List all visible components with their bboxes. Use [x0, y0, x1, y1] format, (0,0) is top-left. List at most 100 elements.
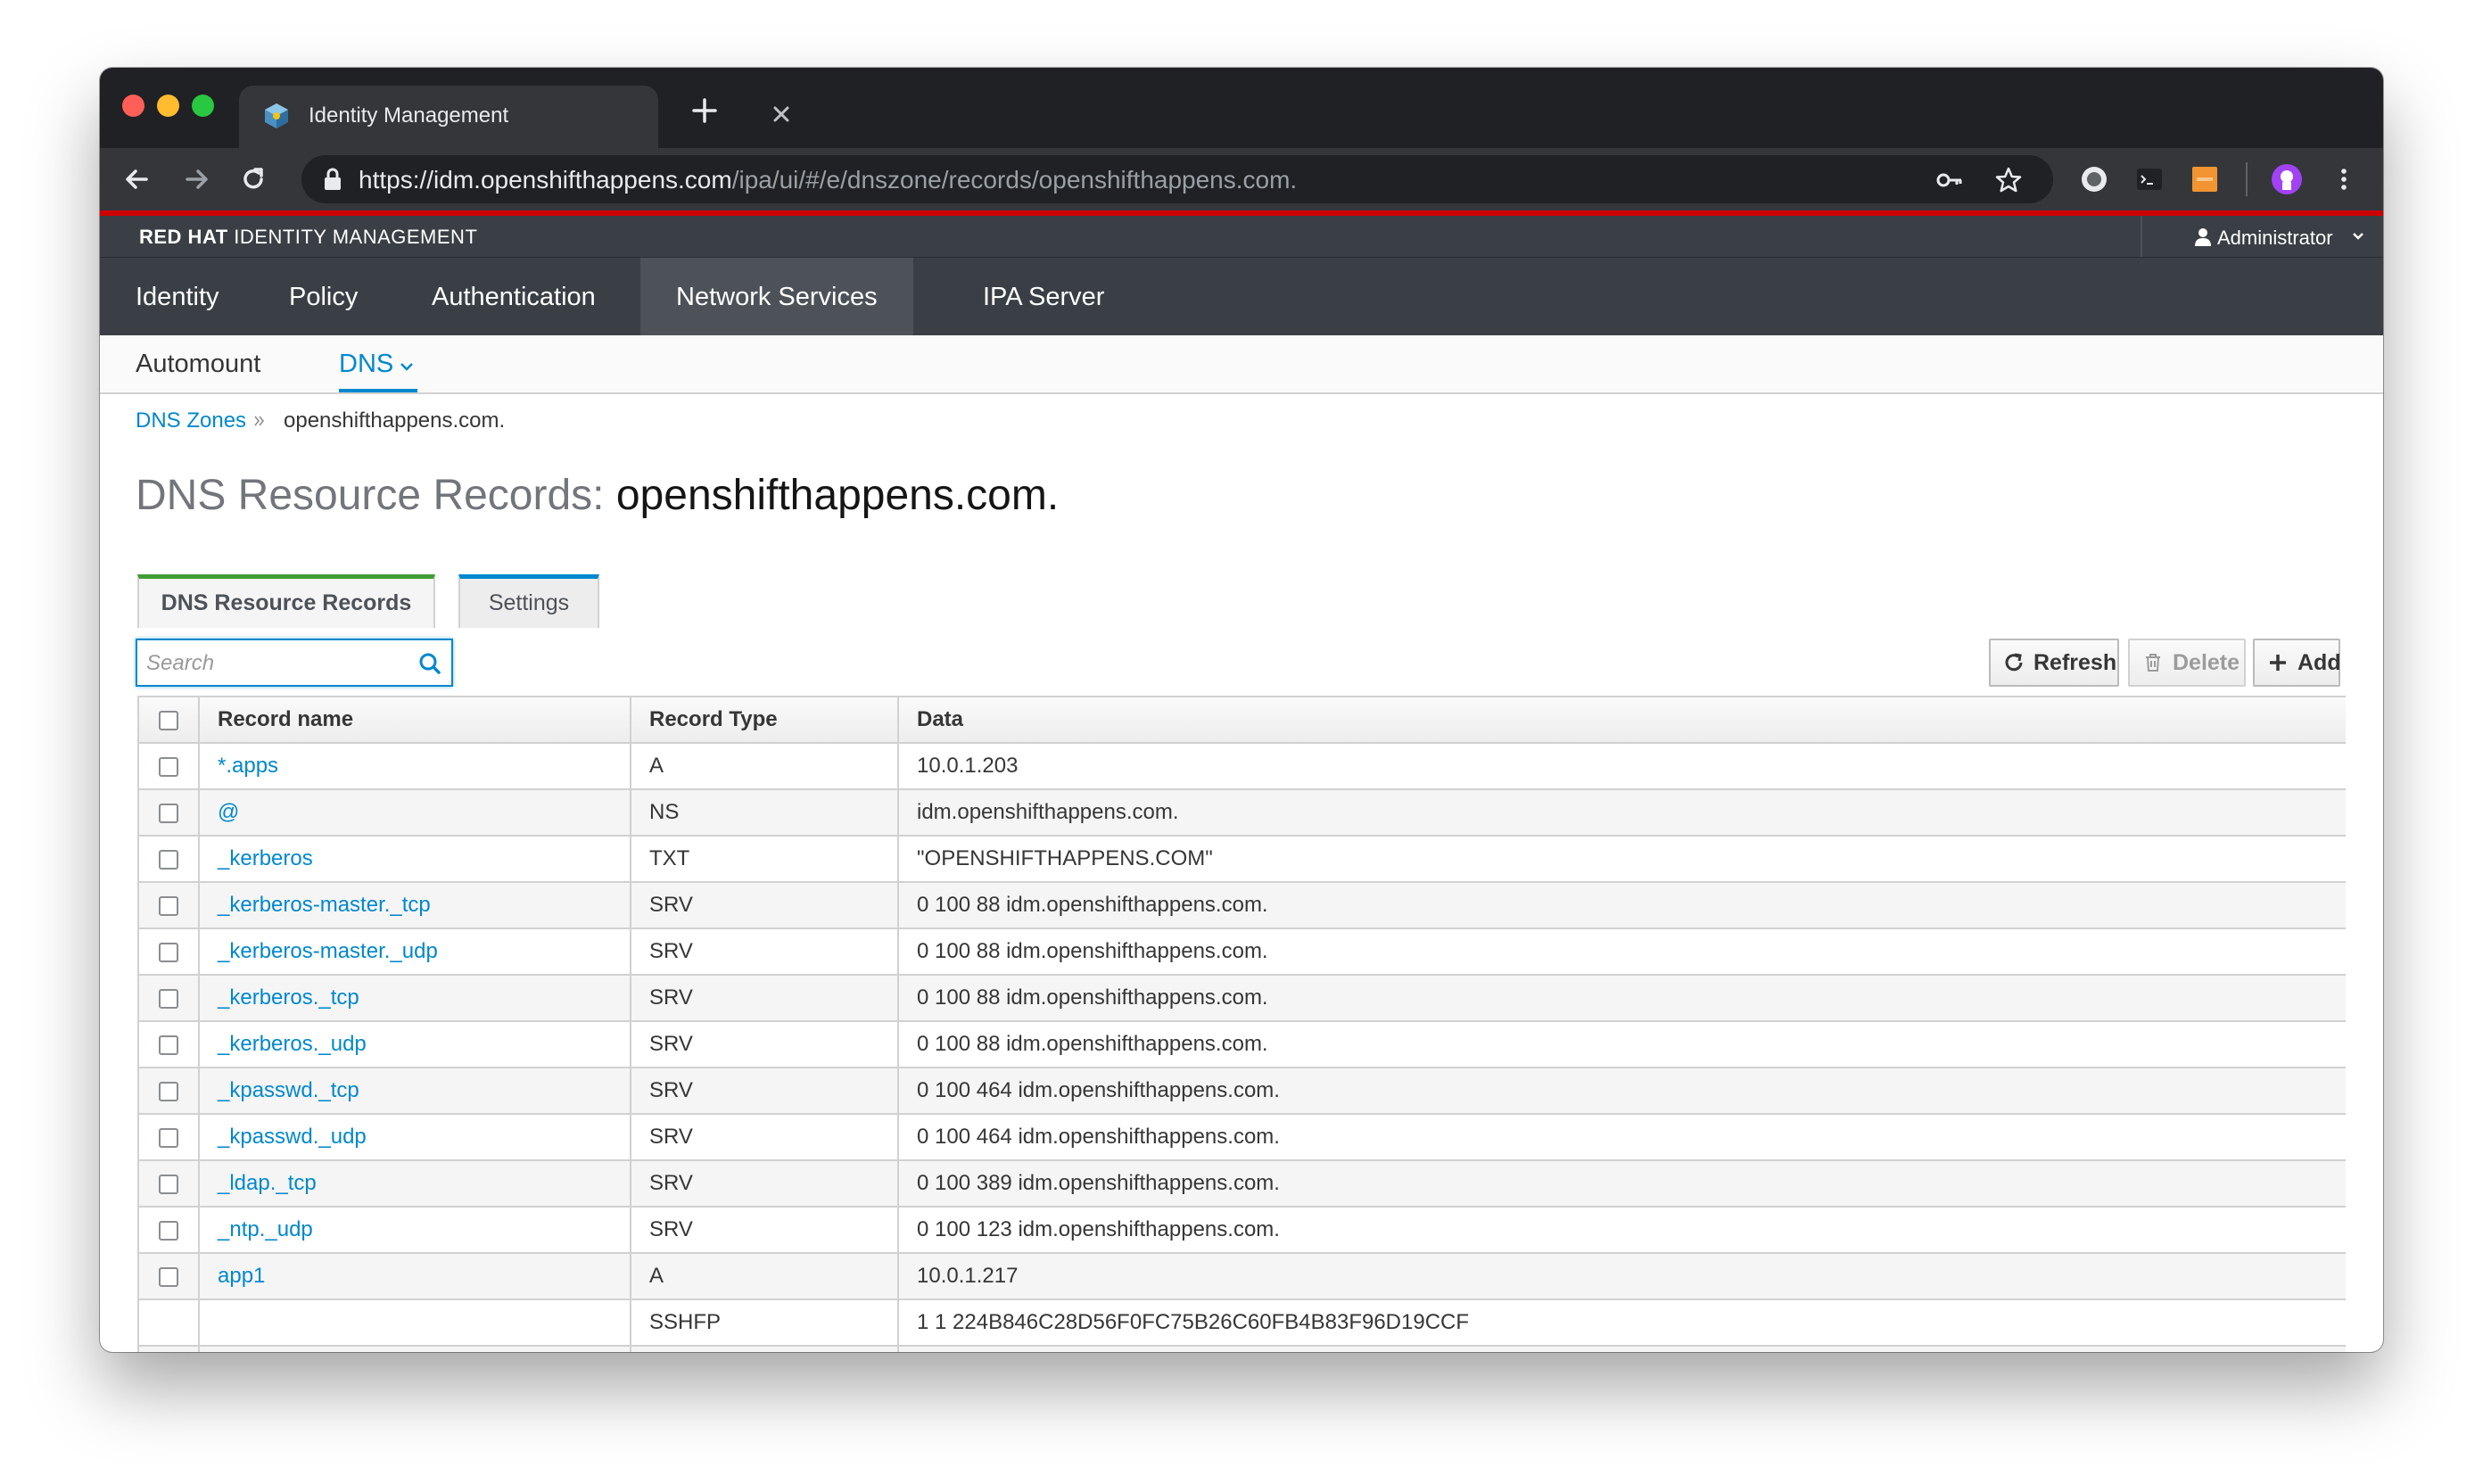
row-select-cell: [137, 881, 200, 929]
table-row[interactable]: *.apps A 10.0.1.203: [137, 742, 2346, 790]
record-name-cell: @: [198, 788, 631, 837]
table-row[interactable]: @ NS idm.openshifthappens.com.: [137, 788, 2346, 837]
terminal-extension-icon[interactable]: [2132, 161, 2167, 197]
row-checkbox[interactable]: [159, 1266, 178, 1287]
record-name-link[interactable]: _kerberos._tcp: [218, 985, 359, 1010]
nav-ipa-server[interactable]: IPA Server: [947, 258, 1140, 336]
new-tab-icon[interactable]: [689, 95, 721, 127]
record-type-cell: NS: [630, 788, 899, 837]
key-icon[interactable]: [1934, 164, 1966, 196]
masthead: RED HAT IDENTITY MANAGEMENT Administrato…: [100, 216, 2383, 257]
record-name-link[interactable]: _kpasswd._tcp: [218, 1078, 359, 1102]
row-checkbox[interactable]: [159, 895, 178, 916]
row-checkbox[interactable]: [159, 1220, 178, 1241]
orange-extension-icon[interactable]: [2187, 161, 2223, 197]
page-title-prefix: DNS Resource Records:: [136, 472, 616, 519]
row-checkbox[interactable]: [159, 1127, 178, 1148]
row-select-cell: [137, 1206, 200, 1254]
record-type-cell: SRV: [630, 928, 899, 976]
zoom-window-button[interactable]: [192, 95, 214, 117]
close-window-button[interactable]: [122, 95, 144, 117]
row-checkbox[interactable]: [159, 756, 178, 777]
nav-identity[interactable]: Identity: [100, 258, 255, 336]
row-select-cell: [137, 788, 200, 837]
browser-menu-icon[interactable]: [2326, 161, 2362, 197]
record-name-link[interactable]: _kerberos-master._udp: [218, 939, 438, 963]
reload-icon[interactable]: [235, 161, 271, 197]
table-row[interactable]: _kerberos TXT "OPENSHIFTHAPPENS.COM": [137, 835, 2346, 883]
tab-dns-resource-records[interactable]: DNS Resource Records: [137, 574, 435, 628]
table-row[interactable]: SSHFP 1 1 224B846C28D56F0FC75B26C60FB4B83…: [137, 1298, 2346, 1347]
user-menu[interactable]: Administrator: [2217, 227, 2333, 250]
add-button[interactable]: Add: [2253, 639, 2341, 687]
row-checkbox[interactable]: [159, 1081, 178, 1101]
chevron-down-icon[interactable]: [398, 360, 416, 373]
row-select-cell: [137, 974, 200, 1022]
row-checkbox[interactable]: [159, 942, 178, 962]
table-row[interactable]: _kpasswd._udp SRV 0 100 464 idm.openshifth…: [137, 1113, 2346, 1161]
refresh-button[interactable]: Refresh: [1989, 639, 2119, 687]
record-name-cell: [198, 1298, 631, 1347]
browser-tab[interactable]: Identity Management: [239, 86, 789, 148]
user-icon: [2195, 228, 2211, 246]
subnav-dns[interactable]: DNS: [339, 350, 393, 379]
url-text: https://idm.openshifthappens.com/ipa/ui/…: [359, 166, 1297, 194]
column-header-record-type[interactable]: Record Type: [630, 696, 899, 744]
record-type-cell: A: [630, 1252, 899, 1300]
breadcrumb-dns-zones[interactable]: DNS Zones: [136, 408, 246, 433]
tab-settings[interactable]: Settings: [458, 574, 599, 628]
record-name-link[interactable]: _ntp._udp: [218, 1217, 313, 1241]
column-header-data[interactable]: Data: [897, 696, 2346, 744]
row-select-cell: [137, 928, 200, 976]
record-name-link[interactable]: _kpasswd._udp: [218, 1125, 367, 1149]
row-checkbox[interactable]: [159, 1035, 178, 1055]
table-row[interactable]: _kpasswd._tcp SRV 0 100 464 idm.openshifth…: [137, 1067, 2346, 1115]
chevron-down-icon[interactable]: [2351, 231, 2365, 242]
table-row[interactable]: app1 A 10.0.1.217: [137, 1252, 2346, 1300]
record-name-link[interactable]: _ldap._tcp: [218, 1171, 317, 1195]
search-icon[interactable]: [417, 651, 442, 676]
table-row[interactable]: _kerberos-master._udp SRV 0 100 88 idm.ope…: [137, 928, 2346, 976]
forward-arrow-icon[interactable]: [178, 161, 214, 197]
record-name-link[interactable]: *.apps: [218, 754, 278, 778]
record-type-cell: SRV: [630, 1020, 899, 1068]
nav-network-services[interactable]: Network Services: [640, 258, 913, 336]
back-arrow-icon[interactable]: [120, 161, 155, 197]
delete-button[interactable]: Delete: [2128, 639, 2246, 687]
row-checkbox[interactable]: [159, 988, 178, 1009]
search-input[interactable]: [146, 649, 414, 678]
record-name-link[interactable]: @: [218, 800, 239, 824]
table-row[interactable]: _kerberos._tcp SRV 0 100 88 idm.openshifth…: [137, 974, 2346, 1022]
profile-avatar-icon[interactable]: [2269, 161, 2305, 197]
row-checkbox[interactable]: [159, 803, 178, 823]
table-row[interactable]: _kerberos-master._tcp SRV 0 100 88 idm.ope…: [137, 881, 2346, 929]
subnav-automount[interactable]: Automount: [136, 350, 260, 379]
table-row[interactable]: _kerberos._udp SRV 0 100 88 idm.openshifth…: [137, 1020, 2346, 1068]
star-icon[interactable]: [1992, 164, 2025, 196]
record-data-cell: 0 100 389 idm.openshifthappens.com.: [897, 1159, 2346, 1208]
row-select-cell: [137, 1020, 200, 1068]
nav-policy[interactable]: Policy: [253, 258, 393, 336]
extension-circle-icon[interactable]: [2076, 161, 2112, 197]
close-tab-icon[interactable]: [765, 98, 797, 130]
record-data-cell: 10.0.1.203: [897, 742, 2346, 790]
table-row[interactable]: [137, 1345, 2346, 1352]
address-bar[interactable]: https://idm.openshifthappens.com/ipa/ui/…: [301, 155, 2053, 203]
select-all-checkbox[interactable]: [159, 710, 178, 730]
record-name-link[interactable]: _kerberos: [218, 846, 313, 870]
add-label: Add: [2297, 650, 2341, 675]
record-name-link[interactable]: _kerberos._udp: [218, 1032, 367, 1056]
minimize-window-button[interactable]: [157, 95, 179, 117]
table-row[interactable]: _ntp._udp SRV 0 100 123 idm.openshifthappe…: [137, 1206, 2346, 1254]
nav-authentication[interactable]: Authentication: [396, 258, 631, 336]
row-checkbox[interactable]: [159, 1174, 178, 1194]
record-data-cell: 0 100 88 idm.openshifthappens.com.: [897, 928, 2346, 976]
table-row[interactable]: _ldap._tcp SRV 0 100 389 idm.openshifthapp…: [137, 1159, 2346, 1208]
url-path: /ipa/ui/#/e/dnszone/records/openshifthap…: [731, 166, 1298, 194]
record-data-cell: 0 100 464 idm.openshifthappens.com.: [897, 1067, 2346, 1115]
record-name-link[interactable]: _kerberos-master._tcp: [218, 893, 431, 917]
column-header-record-name[interactable]: Record name: [198, 696, 631, 744]
record-name-link[interactable]: app1: [218, 1264, 265, 1288]
row-select-cell: [137, 835, 200, 883]
row-checkbox[interactable]: [159, 849, 178, 870]
